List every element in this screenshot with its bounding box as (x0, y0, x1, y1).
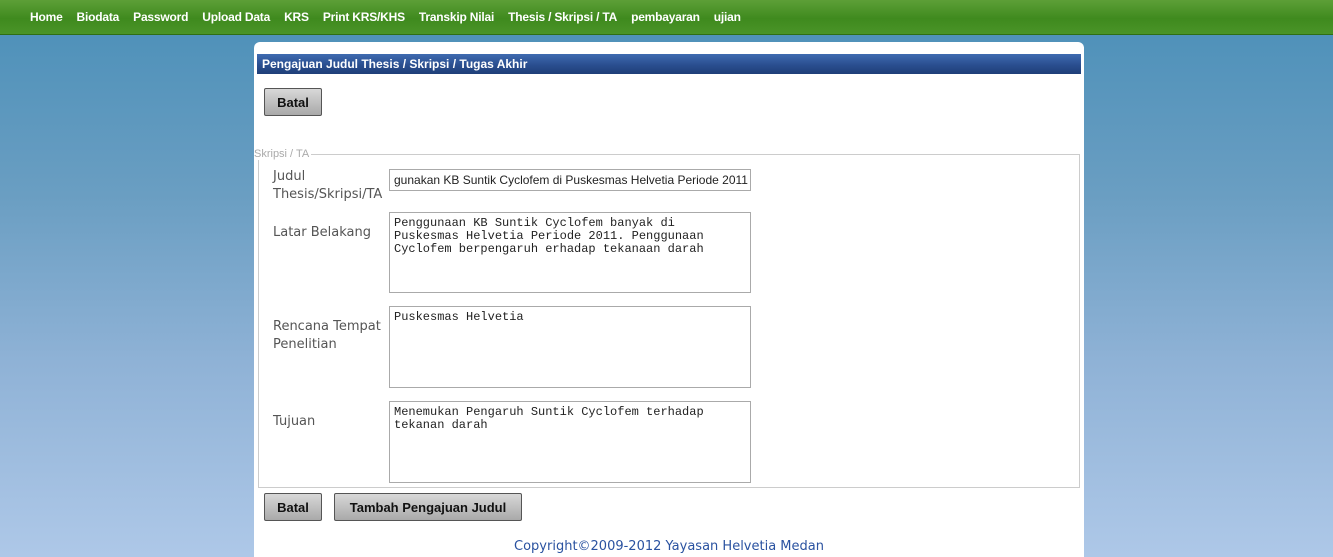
tujuan-textarea[interactable]: Menemukan Pengaruh Suntik Cyclofem terha… (389, 401, 751, 483)
rencana-tempat-label: Rencana Tempat Penelitian (273, 318, 381, 354)
latar-belakang-textarea[interactable]: Penggunaan KB Suntik Cyclofem banyak di … (389, 212, 751, 293)
rencana-tempat-textarea[interactable]: Puskesmas Helvetia (389, 306, 751, 388)
judul-label: Judul Thesis/Skripsi/TA (273, 168, 382, 204)
rencana-label-line2: Penelitian (273, 337, 337, 352)
nav-item-home[interactable]: Home (30, 10, 63, 24)
nav-item-password[interactable]: Password (133, 10, 188, 24)
main-panel: Pengajuan Judul Thesis / Skripsi / Tugas… (254, 42, 1084, 557)
tujuan-label: Tujuan (273, 414, 316, 429)
panel-title: Pengajuan Judul Thesis / Skripsi / Tugas… (257, 54, 1081, 74)
nav-item-krs[interactable]: KRS (284, 10, 309, 24)
nav-item-ujian[interactable]: ujian (714, 10, 741, 24)
nav-item-upload-data[interactable]: Upload Data (202, 10, 270, 24)
latar-belakang-label: Latar Belakang (273, 225, 372, 240)
judul-input[interactable]: gunakan KB Suntik Cyclofem di Puskesmas … (389, 169, 751, 191)
fieldset-legend: Skripsi / TA (254, 148, 310, 160)
submit-judul-button[interactable]: Tambah Pengajuan Judul (334, 493, 522, 521)
nav-item-transkip-nilai[interactable]: Transkip Nilai (419, 10, 494, 24)
rencana-label-line1: Rencana Tempat (273, 319, 381, 334)
cancel-button-bottom[interactable]: Batal (264, 493, 322, 521)
nav-item-biodata[interactable]: Biodata (77, 10, 120, 24)
judul-label-line1: Judul (273, 169, 306, 184)
nav-item-thesis-skripsi-ta[interactable]: Thesis / Skripsi / TA (508, 10, 617, 24)
cancel-button-top[interactable]: Batal (264, 88, 322, 116)
top-navigation-bar: Home Biodata Password Upload Data KRS Pr… (0, 0, 1333, 35)
nav-item-print-krs-khs[interactable]: Print KRS/KHS (323, 10, 405, 24)
nav-item-pembayaran[interactable]: pembayaran (631, 10, 700, 24)
judul-label-line2: Thesis/Skripsi/TA (273, 187, 383, 202)
footer-copyright: Copyright©2009-2012 Yayasan Helvetia Med… (514, 539, 824, 554)
nav-menu: Home Biodata Password Upload Data KRS Pr… (0, 0, 1333, 34)
skripsi-fieldset: Skripsi / TA Judul Thesis/Skripsi/TA gun… (254, 148, 1080, 488)
